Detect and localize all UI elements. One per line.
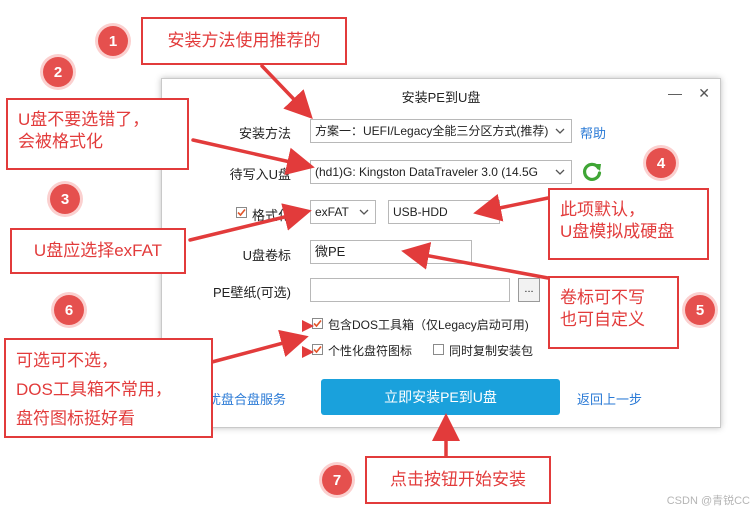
callout-number-1: 1: [98, 26, 128, 56]
callout-1: 安装方法使用推荐的: [141, 17, 347, 65]
callout-5-line2: 也可自定义: [560, 310, 645, 329]
callout-number-3: 3: [50, 184, 80, 214]
callout-3: U盘应选择exFAT: [10, 228, 186, 274]
callout-7: 点击按钮开始安装: [365, 456, 551, 504]
arrow-1: [260, 64, 313, 120]
check-marker-1: [302, 320, 314, 332]
callout-6-line3: 盘符图标挺好看: [16, 409, 135, 428]
callout-1-text: 安装方法使用推荐的: [167, 31, 321, 50]
watermark: CSDN @青锐CC: [666, 495, 750, 507]
callout-2: U盘不要选错了， 会被格式化: [6, 98, 189, 170]
callout-4-line2: U盘模拟成硬盘: [560, 222, 675, 241]
callout-number-6: 6: [54, 295, 84, 325]
arrow-5: [401, 242, 550, 280]
callout-6: 可选可不选， DOS工具箱不常用， 盘符图标挺好看: [4, 338, 213, 438]
callout-6-line1: 可选可不选，: [16, 351, 118, 370]
callout-3-text: U盘应选择exFAT: [33, 241, 163, 260]
callout-number-7: 7: [322, 465, 352, 495]
callout-2-line2: 会被格式化: [18, 132, 103, 151]
callout-4: 此项默认， U盘模拟成硬盘: [548, 188, 709, 260]
callout-number-5: 5: [685, 295, 715, 325]
callout-6-line2: DOS工具箱不常用，: [16, 380, 172, 399]
arrow-2: [191, 138, 315, 176]
callout-2-line1: U盘不要选错了，: [18, 110, 150, 129]
callout-5-line1: 卷标可不写: [560, 288, 645, 307]
arrow-4: [473, 194, 550, 222]
callout-number-2: 2: [43, 57, 73, 87]
check-marker-2: [302, 346, 314, 358]
arrow-6: [210, 329, 309, 364]
arrow-3: [188, 203, 312, 242]
callout-7-text: 点击按钮开始安装: [390, 470, 526, 489]
callout-4-line1: 此项默认，: [560, 200, 645, 219]
callout-number-4: 4: [646, 148, 676, 178]
callout-5: 卷标可不写 也可自定义: [548, 276, 679, 349]
